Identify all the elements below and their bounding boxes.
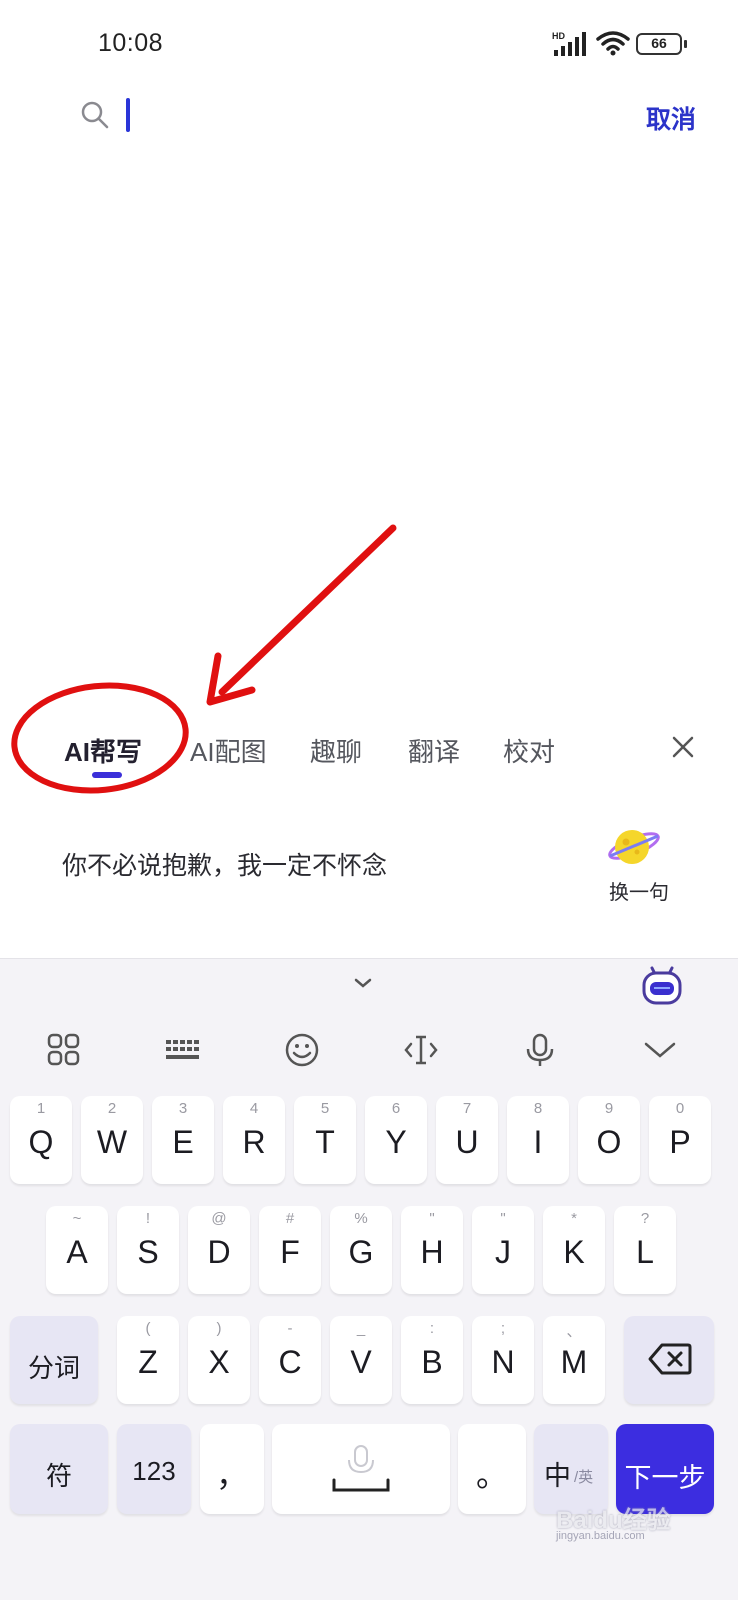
tab-ai-image[interactable]: AI配图 <box>190 732 267 769</box>
keyboard-icon[interactable] <box>164 1032 200 1068</box>
tab-fun-chat[interactable]: 趣聊 <box>310 732 362 769</box>
refresh-label: 换一句 <box>609 882 669 904</box>
mic-icon[interactable] <box>522 1032 558 1068</box>
key-r[interactable]: 4R <box>223 1096 285 1184</box>
key-s[interactable]: ! S <box>117 1206 179 1294</box>
comma-key[interactable]: ， <box>200 1424 264 1514</box>
key-h[interactable]: " H <box>401 1206 463 1294</box>
tab-translate[interactable]: 翻译 <box>408 732 460 769</box>
key-x[interactable]: ) X <box>188 1316 250 1404</box>
emoji-icon[interactable] <box>284 1032 320 1068</box>
key-f[interactable]: # F <box>259 1206 321 1294</box>
ai-suggestion-text[interactable]: 你不必说抱歉，我一定不怀念 <box>62 846 387 882</box>
key-q[interactable]: 1Q <box>10 1096 72 1184</box>
backspace-icon <box>648 1343 692 1375</box>
symbols-key[interactable]: 符 <box>10 1424 108 1514</box>
key-n[interactable]: ; N <box>472 1316 534 1404</box>
battery-indicator: 66 <box>636 33 687 55</box>
key-o[interactable]: 9O <box>578 1096 640 1184</box>
ai-assistant-icon[interactable] <box>640 962 684 1006</box>
key-d[interactable]: @ D <box>188 1206 250 1294</box>
key-l[interactable]: ? L <box>614 1206 676 1294</box>
key-k[interactable]: * K <box>543 1206 605 1294</box>
key-p[interactable]: 0P <box>649 1096 711 1184</box>
space-mic-icon <box>332 1445 390 1492</box>
cancel-button[interactable]: 取消 <box>646 100 696 136</box>
key-i[interactable]: 8I <box>507 1096 569 1184</box>
planet-icon <box>608 830 660 864</box>
wifi-icon <box>596 31 630 56</box>
language-main-label: 中 <box>544 1461 571 1491</box>
chevron-down-icon[interactable] <box>353 976 373 990</box>
key-g[interactable]: % G <box>330 1206 392 1294</box>
period-key[interactable]: 。 <box>458 1424 526 1514</box>
key-e[interactable]: 3E <box>152 1096 214 1184</box>
numbers-key[interactable]: 123 <box>117 1424 191 1514</box>
network-type-label: HD <box>552 31 565 41</box>
backspace-key[interactable] <box>624 1316 714 1404</box>
key-t[interactable]: 5T <box>294 1096 356 1184</box>
key-y[interactable]: 6Y <box>365 1096 427 1184</box>
key-w[interactable]: 2W <box>81 1096 143 1184</box>
status-bar: 10:08 HD 66 <box>0 0 738 90</box>
key-u[interactable]: 7U <box>436 1096 498 1184</box>
close-icon[interactable] <box>670 734 696 760</box>
key-a[interactable]: ~ A <box>46 1206 108 1294</box>
active-tab-indicator <box>92 772 122 778</box>
key-c[interactable]: -C <box>259 1316 321 1404</box>
cursor-icon[interactable] <box>403 1032 439 1068</box>
key-m[interactable]: 、 M <box>543 1316 605 1404</box>
collapse-icon[interactable] <box>642 1032 678 1068</box>
apps-grid-icon[interactable] <box>46 1032 82 1068</box>
refresh-suggestion-button[interactable]: 换一句 <box>604 822 674 922</box>
key-j[interactable]: " J <box>472 1206 534 1294</box>
cellular-signal-icon: HD <box>552 31 586 56</box>
watermark-subtext: jingyan.baidu.com <box>556 1530 645 1542</box>
pointer-arrow-head <box>206 652 256 706</box>
keyboard-toolbar <box>0 1020 738 1080</box>
key-z[interactable]: (Z <box>117 1316 179 1404</box>
search-bar[interactable]: 取消 <box>0 90 738 150</box>
baidu-watermark: Baidu经验 jingyan.baidu.com <box>556 1498 726 1542</box>
key-v[interactable]: _ V <box>330 1316 392 1404</box>
keyboard-divider <box>0 958 738 959</box>
ai-tool-tabs: AI帮写 AI配图 趣聊 翻译 校对 <box>0 722 738 782</box>
status-time: 10:08 <box>98 29 164 57</box>
search-icon <box>81 101 109 129</box>
language-alt-label: /英 <box>574 1469 594 1486</box>
tab-proofread[interactable]: 校对 <box>503 732 555 769</box>
segment-key[interactable]: 分词 <box>10 1316 98 1404</box>
space-key[interactable] <box>272 1424 450 1514</box>
key-b[interactable]: :B <box>401 1316 463 1404</box>
search-input-caret[interactable] <box>126 98 130 132</box>
pointer-arrow-shaft <box>218 524 397 696</box>
tab-ai-write[interactable]: AI帮写 <box>64 732 142 769</box>
